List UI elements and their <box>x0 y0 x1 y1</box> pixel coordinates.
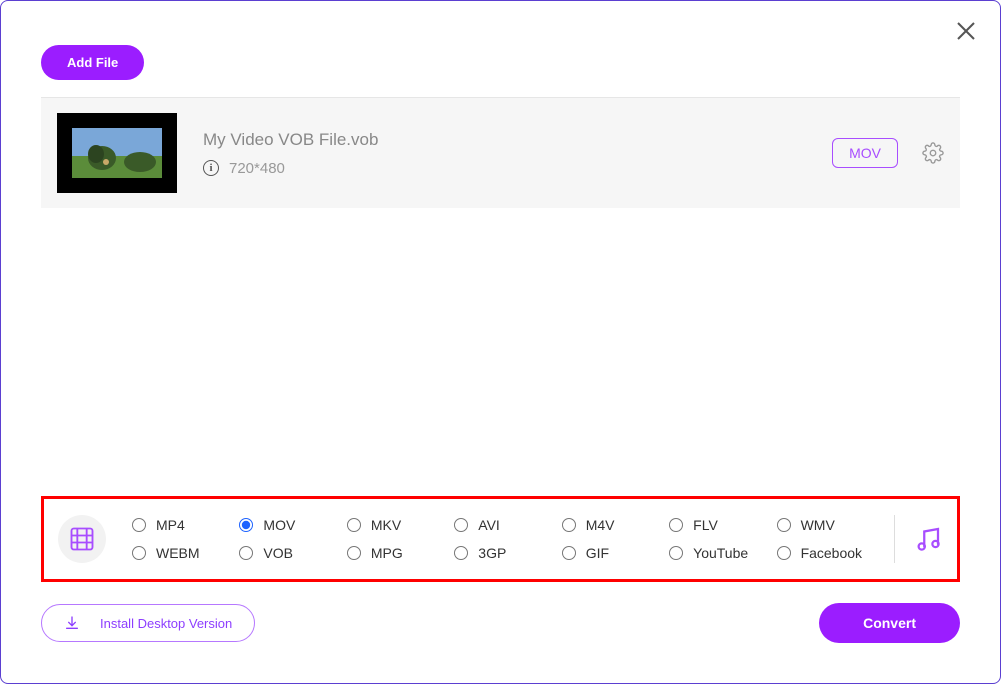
install-label: Install Desktop Version <box>100 616 232 631</box>
settings-icon[interactable] <box>922 142 944 164</box>
format-option-facebook[interactable]: Facebook <box>777 545 884 561</box>
format-option-mkv[interactable]: MKV <box>347 517 454 533</box>
file-row: My Video VOB File.vob i 720*480 MOV <box>41 97 960 208</box>
audio-format-icon[interactable] <box>913 524 943 554</box>
add-file-button[interactable]: Add File <box>41 45 144 80</box>
info-icon[interactable]: i <box>203 160 219 176</box>
file-info: My Video VOB File.vob i 720*480 <box>203 130 832 177</box>
convert-button[interactable]: Convert <box>819 603 960 643</box>
format-option-m4v[interactable]: M4V <box>562 517 669 533</box>
output-format-badge[interactable]: MOV <box>832 138 898 168</box>
format-option-mp4[interactable]: MP4 <box>132 517 239 533</box>
format-option-mov[interactable]: MOV <box>239 517 346 533</box>
file-name: My Video VOB File.vob <box>203 130 832 150</box>
format-option-webm[interactable]: WEBM <box>132 545 239 561</box>
download-icon <box>64 615 80 631</box>
format-option-flv[interactable]: FLV <box>669 517 776 533</box>
video-format-icon[interactable] <box>58 515 106 563</box>
video-thumbnail[interactable] <box>57 113 177 193</box>
install-desktop-button[interactable]: Install Desktop Version <box>41 604 255 642</box>
format-option-wmv[interactable]: WMV <box>777 517 884 533</box>
format-option-mpg[interactable]: MPG <box>347 545 454 561</box>
close-button[interactable] <box>954 19 978 43</box>
format-option-youtube[interactable]: YouTube <box>669 545 776 561</box>
bottom-bar: Install Desktop Version Convert <box>41 603 960 643</box>
format-panel: MP4 MOV MKV AVI M4V FLV WMV WEBM VOB MPG… <box>41 496 960 582</box>
format-option-3gp[interactable]: 3GP <box>454 545 561 561</box>
format-option-avi[interactable]: AVI <box>454 517 561 533</box>
format-option-gif[interactable]: GIF <box>562 545 669 561</box>
format-grid: MP4 MOV MKV AVI M4V FLV WMV WEBM VOB MPG… <box>132 517 884 561</box>
divider <box>894 515 895 563</box>
file-dimensions: 720*480 <box>229 160 285 177</box>
format-option-vob[interactable]: VOB <box>239 545 346 561</box>
